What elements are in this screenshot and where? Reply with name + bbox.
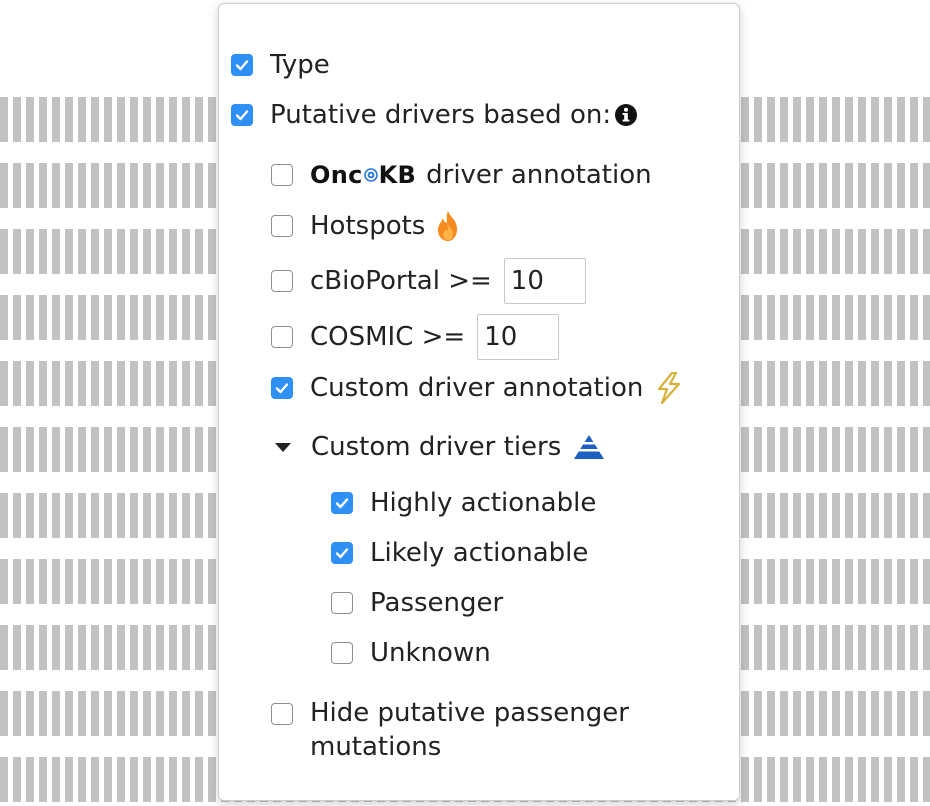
cosmic-threshold-input[interactable] [477, 314, 560, 360]
checkmark-icon [275, 383, 289, 394]
checkmark-icon [235, 110, 249, 121]
tier-option[interactable]: Highly actionable [331, 488, 596, 518]
pyramid-icon [573, 434, 606, 460]
tier-label: Passenger [370, 588, 504, 618]
custom-driver-option[interactable]: Custom driver annotation [271, 372, 683, 404]
hide-passenger-label: Hide putative passenger mutations [310, 696, 629, 764]
tier-option[interactable]: Likely actionable [331, 538, 588, 568]
oncokb-logo-text-start: Onc [310, 161, 363, 189]
cbioportal-checkbox[interactable] [271, 270, 293, 292]
hotspots-option[interactable]: Hotspots [271, 210, 461, 242]
tier-label: Likely actionable [370, 538, 589, 568]
oncokb-checkbox[interactable] [271, 164, 293, 186]
oncokb-option[interactable]: Onc KB driver annotation [271, 160, 652, 190]
putative-drivers-label: Putative drivers based on: [270, 100, 612, 130]
tier-label: Highly actionable [370, 488, 597, 518]
checkmark-icon [235, 60, 249, 71]
hotspots-checkbox[interactable] [271, 215, 293, 237]
tier-option[interactable]: Passenger [331, 588, 503, 618]
custom-driver-checkbox[interactable] [271, 377, 293, 399]
custom-tiers-toggle[interactable]: Custom driver tiers [271, 432, 606, 462]
checkmark-icon [335, 548, 349, 559]
tier-checkbox[interactable] [331, 642, 353, 664]
putative-drivers-checkbox[interactable] [231, 104, 253, 126]
type-option[interactable]: Type [231, 50, 330, 80]
cbioportal-label: cBioPortal >= [310, 266, 492, 296]
info-circle-icon[interactable] [614, 103, 638, 127]
tier-option[interactable]: Unknown [331, 638, 491, 668]
tier-checkbox[interactable] [331, 542, 353, 564]
type-checkbox[interactable] [231, 54, 253, 76]
hide-passenger-option[interactable]: Hide putative passenger mutations [271, 698, 629, 764]
tier-checkbox[interactable] [331, 592, 353, 614]
checkmark-icon [335, 498, 349, 509]
hotspots-label: Hotspots [310, 211, 426, 241]
cbioportal-threshold-input[interactable] [503, 258, 586, 304]
cosmic-label: COSMIC >= [310, 322, 466, 352]
cosmic-option[interactable]: COSMIC >= [271, 314, 560, 360]
tier-label: Unknown [370, 638, 491, 668]
type-label: Type [270, 50, 330, 80]
hide-passenger-label-line2: mutations [310, 732, 442, 762]
putative-drivers-option[interactable]: Putative drivers based on: [231, 100, 638, 130]
oncokb-logo: Onc KB [310, 160, 416, 190]
mutation-color-menu: Type Putative drivers based on: Onc KB d… [218, 3, 740, 801]
tier-checkbox[interactable] [331, 492, 353, 514]
hide-passenger-checkbox[interactable] [271, 703, 293, 725]
cosmic-checkbox[interactable] [271, 326, 293, 348]
oncokb-label: driver annotation [426, 160, 652, 190]
caret-down-icon[interactable] [275, 442, 291, 452]
flame-icon [435, 210, 461, 242]
lightning-bolt-icon [653, 372, 683, 404]
hide-passenger-label-line1: Hide putative passenger [310, 698, 629, 728]
oncokb-logo-text-end: KB [378, 161, 417, 189]
custom-driver-label: Custom driver annotation [310, 373, 644, 403]
custom-tiers-label: Custom driver tiers [311, 432, 562, 462]
cbioportal-option[interactable]: cBioPortal >= [271, 258, 586, 304]
oncokb-logo-target-icon [363, 168, 378, 182]
